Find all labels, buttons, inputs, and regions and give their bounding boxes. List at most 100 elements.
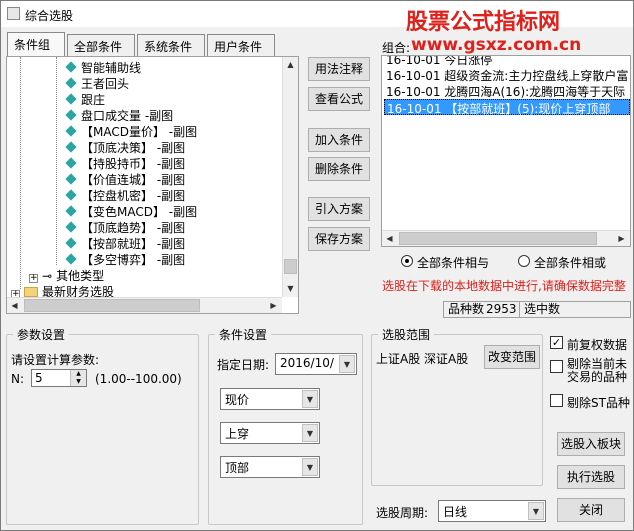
- tree-item[interactable]: 【顶底趋势】 -副图: [65, 219, 185, 235]
- chevron-down-icon[interactable]: ▼: [302, 424, 318, 442]
- tree-item-label: 【按部就班】 -副图: [81, 237, 186, 251]
- condition-tree[interactable]: 智能辅助线王者回头 跟庄 盘口成交量 -副图 【MACD量价】 -副图 【顶底决策】 -…: [6, 56, 299, 314]
- scope-group-title: 选股范围: [378, 326, 435, 343]
- formula-gem-icon: [65, 173, 77, 185]
- scroll-left-icon[interactable]: ◀: [382, 231, 397, 246]
- tree-item[interactable]: 【价值连城】 -副图: [65, 171, 185, 187]
- tree-item[interactable]: 【顶底决策】 -副图: [65, 139, 186, 155]
- checkbox-prev-adjust-label: 前复权数据: [567, 338, 628, 352]
- target-select[interactable]: 顶部 ▼: [220, 456, 320, 478]
- param-n-stepper[interactable]: 5 ▲ ▼: [31, 369, 87, 387]
- tab-system-conditions[interactable]: 系统条件: [137, 34, 205, 56]
- param-n-value: 5: [35, 371, 43, 385]
- warning-text: 选股在下载的本地数据中进行,请确保数据完整: [382, 279, 626, 293]
- tree-scrollbar-horizontal[interactable]: ◀ ▶: [7, 297, 282, 313]
- scope-group: 选股范围 上证A股 深证A股 改变范围: [371, 326, 543, 486]
- tab-all-conditions[interactable]: 全部条件: [67, 34, 135, 56]
- checkbox-exclude-st[interactable]: [550, 394, 563, 407]
- delete-condition-button[interactable]: 删除条件: [308, 157, 370, 181]
- tree-item[interactable]: 【变色MACD】 -副图: [65, 203, 197, 219]
- usage-notes-button[interactable]: 用法注释: [308, 57, 370, 81]
- formula-gem-icon: [65, 125, 77, 137]
- conditions-group-title: 条件设置: [215, 326, 272, 343]
- tree-item[interactable]: 盘口成交量 -副图: [65, 107, 173, 123]
- combo-list-item[interactable]: 16-10-01 超级资金流:主力控盘线上穿散户富: [384, 67, 630, 83]
- tree-guide-line: [20, 57, 21, 289]
- tree-item[interactable]: 【按部就班】 -副图: [65, 235, 186, 251]
- scroll-down-icon[interactable]: ▼: [283, 281, 298, 296]
- count-value: 2953: [486, 302, 517, 316]
- scroll-right-icon[interactable]: ▶: [614, 231, 629, 246]
- combo-list-item[interactable]: 16-10-01 【按部就班】(5):现价上穿顶部: [384, 99, 630, 116]
- scroll-up-icon[interactable]: ▲: [283, 57, 298, 72]
- spin-arrows-icon[interactable]: ▲ ▼: [70, 370, 86, 386]
- selected-status: 选中数: [519, 301, 631, 318]
- save-scheme-button[interactable]: 保存方案: [308, 227, 370, 251]
- watermark-url: www.gsxz.com.cn: [411, 35, 582, 55]
- scope-text: 上证A股 深证A股: [376, 352, 469, 366]
- chevron-down-icon[interactable]: ▼: [528, 502, 544, 520]
- tree-guide-line: [56, 57, 57, 265]
- main-window: 综合选股 股票公式指标网 www.gsxz.com.cn 条件组 全部条件 系统…: [0, 0, 634, 531]
- formula-gem-icon: [65, 253, 77, 265]
- window-title: 综合选股: [25, 9, 74, 23]
- tree-item-label: 【持股持币】 -副图: [81, 157, 186, 171]
- formula-gem-icon: [65, 109, 77, 121]
- params-group-title: 参数设置: [13, 326, 70, 343]
- scroll-thumb[interactable]: [284, 259, 297, 274]
- chevron-down-icon[interactable]: ▼: [302, 390, 318, 408]
- chevron-down-icon[interactable]: ▼: [339, 355, 355, 373]
- combo-scrollbar-horizontal[interactable]: ◀ ▶: [382, 230, 630, 246]
- scroll-right-icon[interactable]: ▶: [266, 298, 281, 313]
- formula-gem-icon: [65, 93, 77, 105]
- tree-item[interactable]: 【控盘机密】 -副图: [65, 187, 185, 203]
- tree-item-label: 王者回头: [81, 77, 130, 91]
- radio-all-and-label: 全部条件相与: [417, 256, 490, 270]
- tree-item-label: 【顶底决策】 -副图: [81, 141, 186, 155]
- radio-all-or-label: 全部条件相或: [534, 256, 607, 270]
- combo-list-item[interactable]: 16-10-01 今日涨停: [384, 56, 630, 67]
- formula-gem-icon: [65, 61, 77, 73]
- tab-condition-group[interactable]: 条件组: [7, 32, 65, 56]
- formula-gem-icon: [65, 237, 77, 249]
- field-select[interactable]: 现价 ▼: [220, 388, 320, 410]
- radio-all-or[interactable]: [518, 255, 530, 267]
- period-select[interactable]: 日线 ▼: [438, 500, 546, 522]
- tree-node-other-types[interactable]: + ⊸ 其他类型: [29, 267, 104, 283]
- tab-user-conditions[interactable]: 用户条件: [207, 34, 275, 56]
- add-to-block-button[interactable]: 选股入板块: [557, 432, 625, 456]
- formula-gem-icon: [65, 141, 77, 153]
- scroll-thumb-h[interactable]: [399, 232, 597, 245]
- view-formula-button[interactable]: 查看公式: [308, 87, 370, 111]
- combo-list-item[interactable]: 16-10-01 龙腾四海A(16):龙腾四海等于天际: [384, 83, 630, 99]
- add-condition-button[interactable]: 加入条件: [308, 128, 370, 152]
- scroll-thumb-h[interactable]: [24, 299, 200, 312]
- tree-scrollbar-vertical[interactable]: ▲ ▼: [282, 57, 298, 297]
- checkbox-prev-adjust[interactable]: ✓: [550, 336, 563, 349]
- param-n-label: N:: [11, 372, 25, 386]
- tree-item[interactable]: 王者回头: [65, 75, 130, 91]
- formula-gem-icon: [65, 77, 77, 89]
- param-n-range: (1.00--100.00): [95, 372, 182, 386]
- formula-gem-icon: [65, 221, 77, 233]
- tree-item[interactable]: 跟庄: [65, 91, 105, 107]
- combo-list[interactable]: 16-10-01 今日涨停 16-10-01 超级资金流:主力控盘线上穿散户富 16…: [381, 55, 631, 247]
- tree-item[interactable]: 【持股持币】 -副图: [65, 155, 186, 171]
- chevron-down-icon[interactable]: ▼: [302, 458, 318, 476]
- tree-item[interactable]: 【多空博弈】 -副图: [65, 251, 185, 267]
- checkbox-exclude-st-label: 剔除ST品种: [567, 396, 630, 410]
- radio-all-and[interactable]: [401, 255, 413, 267]
- tree-item[interactable]: 【MACD量价】 -副图: [65, 123, 197, 139]
- checkbox-exclude-suspend[interactable]: [550, 360, 563, 373]
- change-scope-button[interactable]: 改变范围: [484, 345, 540, 369]
- import-scheme-button[interactable]: 引入方案: [308, 197, 370, 221]
- scroll-left-icon[interactable]: ◀: [7, 298, 22, 313]
- formula-gem-icon: [65, 205, 77, 217]
- operator-select[interactable]: 上穿 ▼: [220, 422, 320, 444]
- date-value: 2016/10/ 1: [280, 356, 346, 370]
- execute-select-button[interactable]: 执行选股: [557, 465, 625, 489]
- close-button[interactable]: 关闭: [557, 498, 625, 522]
- tree-item[interactable]: 智能辅助线: [65, 59, 141, 75]
- date-picker[interactable]: 2016/10/ 1 ▼: [275, 353, 357, 375]
- formula-gem-icon: [65, 157, 77, 169]
